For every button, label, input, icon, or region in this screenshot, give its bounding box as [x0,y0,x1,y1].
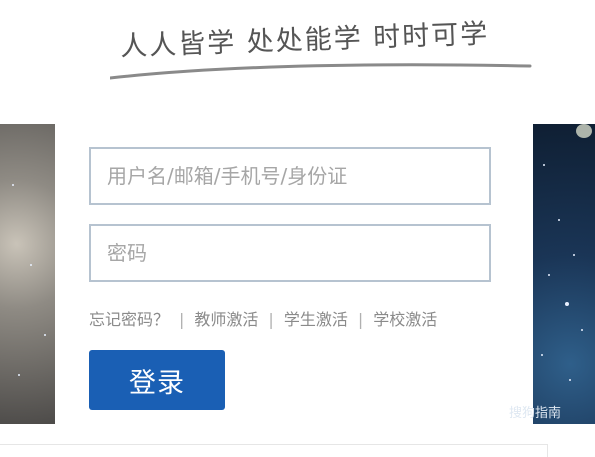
moon-shape [576,124,592,138]
watermark-text: 搜狗指南 [509,406,562,421]
background-image-left [0,124,55,424]
username-field[interactable] [89,147,491,205]
link-separator: | [268,310,274,329]
bottom-divider [0,444,548,445]
password-input[interactable] [91,226,489,280]
password-field[interactable] [89,224,491,282]
slogan-banner: 人人皆学 处处能学 时时可学 [110,10,540,90]
login-button[interactable]: 登录 [89,350,225,410]
link-separator: | [357,310,364,329]
sogou-logo-icon: S [492,404,506,419]
school-activation-link[interactable]: 学校激活 [373,310,437,329]
login-panel: 忘记密码？ | 教师激活 | 学生激活 | 学校激活 登录 [55,124,533,424]
watermark: S 搜狗指南 [492,402,561,421]
account-links: 忘记密码？ | 教师激活 | 学生激活 | 学校激活 [89,306,437,330]
bottom-divider-edge [547,444,548,457]
link-separator: | [179,310,185,329]
teacher-activation-link[interactable]: 教师激活 [194,310,258,329]
forgot-password-link[interactable]: 忘记密码？ [89,310,169,329]
username-input[interactable] [91,149,489,203]
student-activation-link[interactable]: 学生激活 [284,310,348,329]
background-image-right [533,124,595,424]
